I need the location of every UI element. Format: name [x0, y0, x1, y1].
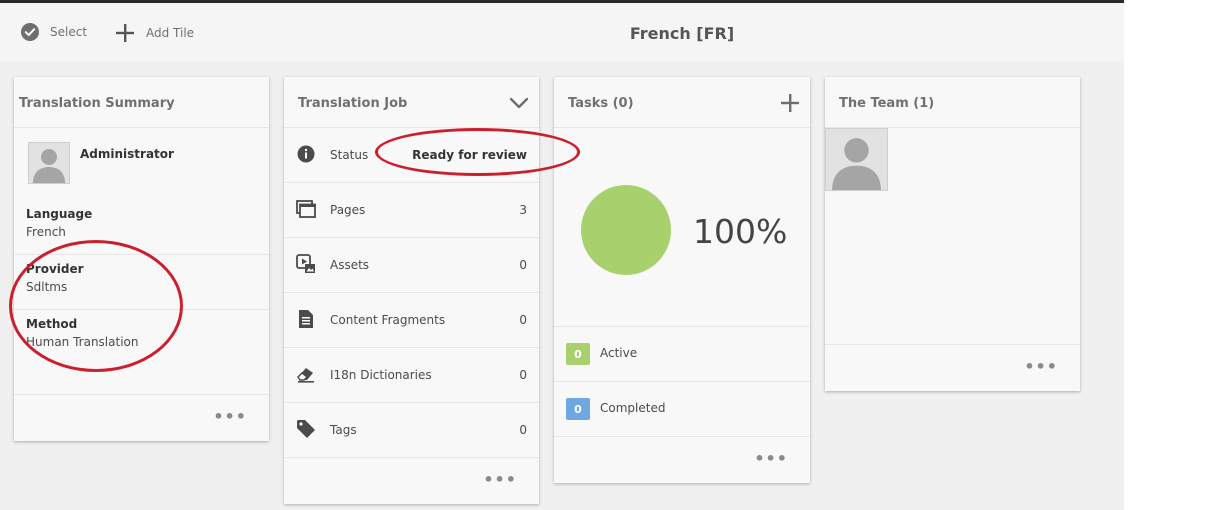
document-icon [296, 309, 316, 329]
card-title: Translation Summary [19, 96, 175, 111]
job-row-assets[interactable]: Assets 0 [284, 238, 539, 293]
provider-value: Sdltms [26, 280, 68, 294]
row-label: Assets [330, 258, 370, 272]
row-value: 0 [519, 313, 527, 327]
more-actions-button[interactable]: ••• [1024, 359, 1058, 375]
method-label: Method [26, 317, 78, 331]
card-header: The Team (1) [825, 77, 1080, 128]
job-row-tags[interactable]: Tags 0 [284, 403, 539, 458]
add-task-button[interactable] [780, 93, 800, 117]
divider [14, 254, 269, 255]
chevron-down-icon[interactable] [509, 95, 529, 114]
card-footer: ••• [554, 436, 810, 483]
checkmark-circle-icon [21, 23, 39, 41]
row-value: 0 [519, 258, 527, 272]
job-row-pages[interactable]: Pages 3 [284, 183, 539, 238]
progress-percent: 100% [693, 212, 788, 251]
more-actions-button[interactable]: ••• [213, 409, 247, 425]
status-value: Ready for review [412, 148, 527, 162]
job-row-status[interactable]: Status Ready for review [284, 128, 539, 183]
progress-chart [581, 185, 671, 275]
card-title: Translation Job [298, 96, 408, 111]
row-value: 0 [519, 368, 527, 382]
select-button[interactable]: Select [21, 23, 87, 41]
team-card: The Team (1) ••• [825, 77, 1080, 391]
row-label: Tags [330, 423, 357, 437]
page-title: French [FR] [629, 24, 735, 43]
card-footer: ••• [825, 344, 1080, 391]
completed-count-badge: 0 [566, 398, 590, 420]
card-footer: ••• [284, 457, 539, 504]
card-header: Translation Summary [14, 77, 269, 128]
plus-icon [115, 23, 135, 43]
language-label: Language [26, 207, 93, 221]
method-value: Human Translation [26, 335, 139, 349]
select-label: Select [50, 25, 88, 39]
language-field: Language French [26, 207, 92, 239]
card-title: Tasks (0) [568, 96, 634, 111]
more-actions-button[interactable]: ••• [754, 451, 788, 467]
pages-icon [296, 199, 316, 219]
job-row-content-fragments[interactable]: Content Fragments 0 [284, 293, 539, 348]
app-window: Select Add Tile French [FR] Translation … [0, 0, 1124, 510]
assets-icon [296, 254, 316, 274]
method-field: Method Human Translation [26, 317, 138, 349]
translation-summary-card: Translation Summary Administrator Langua… [14, 77, 269, 441]
active-label: Active [600, 346, 638, 360]
row-value: 3 [519, 203, 527, 217]
add-tile-button[interactable]: Add Tile [115, 23, 194, 43]
user-name: Administrator [80, 147, 174, 161]
add-tile-label: Add Tile [146, 26, 195, 40]
provider-field: Provider Sdltms [26, 262, 84, 294]
team-member-avatar[interactable] [825, 128, 888, 191]
tasks-active-row[interactable]: 0 Active [554, 326, 810, 381]
tag-icon [296, 419, 316, 439]
row-value: 0 [519, 423, 527, 437]
row-label: Pages [330, 203, 366, 217]
translation-job-card: Translation Job Status Ready for review … [284, 77, 539, 504]
divider [14, 309, 269, 310]
card-footer: ••• [14, 394, 269, 441]
eraser-icon [296, 364, 316, 384]
completed-label: Completed [600, 401, 666, 415]
info-icon [296, 144, 316, 164]
card-title: The Team (1) [839, 96, 935, 111]
card-header: Tasks (0) [554, 77, 810, 128]
plus-icon [781, 94, 799, 112]
job-row-i18n-dictionaries[interactable]: I18n Dictionaries 0 [284, 348, 539, 403]
active-count-badge: 0 [566, 343, 590, 365]
row-label: Content Fragments [330, 313, 446, 327]
provider-label: Provider [26, 262, 84, 276]
tasks-completed-row[interactable]: 0 Completed [554, 381, 810, 436]
row-label: Status [330, 148, 369, 162]
language-value: French [26, 225, 66, 239]
more-actions-button[interactable]: ••• [483, 472, 517, 488]
card-header: Translation Job [284, 77, 539, 128]
tasks-card: Tasks (0) 100% 0 Active 0 Completed ••• [554, 77, 810, 483]
toolbar: Select Add Tile French [FR] [0, 3, 1124, 62]
row-label: I18n Dictionaries [330, 368, 432, 382]
user-avatar [28, 142, 70, 184]
